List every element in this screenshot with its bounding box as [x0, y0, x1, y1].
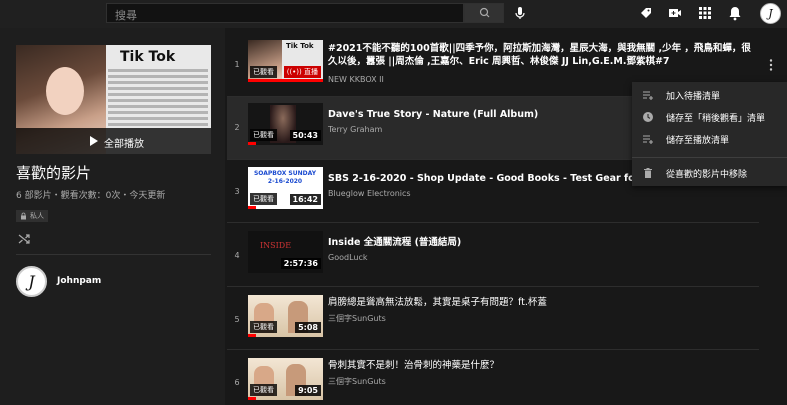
video-channel[interactable]: 三個字SunGuts	[328, 313, 386, 324]
row-divider	[227, 349, 759, 350]
playlist-stats: 6 部影片・觀看次數：0次・今天更新	[16, 191, 166, 201]
video-channel[interactable]: 三個字SunGuts	[328, 376, 386, 387]
row-divider	[227, 286, 759, 287]
thumb-text: INSIDE	[260, 241, 292, 250]
video-duration: 2:57:36	[280, 258, 321, 269]
menu-item-label: 從喜歡的影片中移除	[666, 169, 748, 180]
watched-badge: 已觀看	[250, 321, 277, 333]
video-index: 2	[234, 123, 240, 132]
thumb-text: SOAPBOX SUNDAY 2-16-2020	[253, 170, 317, 185]
row-divider	[227, 222, 759, 223]
menu-item-label: 儲存至播放清單	[666, 135, 730, 146]
playlist-title: 喜歡的影片	[16, 164, 92, 182]
menu-item-watch-later[interactable]: 儲存至「稍後觀看」清單	[632, 106, 787, 128]
apps-icon[interactable]	[697, 5, 713, 21]
video-title[interactable]: 骨刺其實不是刺！治骨刺的神藥是什麼？	[328, 359, 758, 372]
video-index: 6	[234, 378, 240, 387]
video-index: 1	[234, 60, 240, 69]
video-options-menu: 加入待播清單 儲存至「稍後觀看」清單 儲存至播放清單 從喜歡的影片中移除	[632, 82, 787, 186]
watched-badge: 已觀看	[250, 384, 277, 396]
tag-icon[interactable]	[638, 5, 654, 21]
menu-divider	[632, 157, 787, 158]
video-title[interactable]: #2021不能不聽的100首歌||四季予你，阿拉斯加海灣，星辰大海，與我無關 ,…	[328, 42, 758, 68]
video-thumbnail[interactable]: 已觀看 9:05	[248, 358, 323, 400]
live-icon: ((•))	[286, 68, 304, 76]
video-index: 4	[234, 251, 240, 260]
live-badge: ((•)) 直播	[283, 66, 321, 78]
playlist-video-row[interactable]: 6 已觀看 9:05 骨刺其實不是刺！治骨刺的神藥是什麼？ 三個字SunGuts	[227, 352, 759, 405]
playlist-video-row[interactable]: 4 INSIDE 2:57:36 Inside 全通關流程 (普通結局) Goo…	[227, 225, 759, 287]
video-thumbnail[interactable]: 已觀看 5:08	[248, 295, 323, 337]
privacy-label: 私人	[30, 212, 44, 220]
create-video-icon[interactable]	[667, 5, 683, 21]
menu-item-label: 儲存至「稍後觀看」清單	[666, 113, 766, 124]
playlist-add-icon	[643, 135, 653, 144]
clock-icon	[643, 112, 653, 122]
privacy-badge[interactable]: 私人	[16, 210, 48, 222]
video-index: 5	[234, 315, 240, 324]
watched-badge: 已觀看	[250, 129, 277, 141]
menu-item-save-to-playlist[interactable]: 儲存至播放清單	[632, 128, 787, 150]
video-index: 3	[234, 187, 240, 196]
video-title[interactable]: 肩膀總是聳高無法放鬆，其實是桌子有問題？ft.杯蓋	[328, 296, 758, 309]
video-thumbnail[interactable]: Tik Tok 已觀看 ((•)) 直播	[248, 40, 323, 82]
play-all-button[interactable]: 全部播放	[16, 128, 211, 154]
queue-icon	[643, 91, 653, 100]
playlist-thumbnail[interactable]: Tik Tok 全部播放	[16, 45, 211, 154]
video-title[interactable]: Inside 全通關流程 (普通結局)	[328, 236, 758, 249]
menu-item-label: 加入待播清單	[666, 91, 721, 102]
playlist-sidebar: Tik Tok 全部播放 喜歡的影片 6 部影片・觀看次數：0次・今天更新 私人…	[0, 28, 225, 405]
search-input[interactable]: 搜尋	[106, 3, 464, 23]
video-thumbnail[interactable]: SOAPBOX SUNDAY 2-16-2020 已觀看 16:42	[248, 167, 323, 209]
watched-badge: 已觀看	[250, 193, 277, 205]
watch-progress-bar	[248, 397, 256, 400]
video-channel[interactable]: Blueglow Electronics	[328, 189, 411, 198]
more-options-icon[interactable]	[766, 58, 776, 72]
video-channel[interactable]: GoodLuck	[328, 253, 367, 262]
play-all-label: 全部播放	[104, 139, 144, 150]
watch-progress-bar	[248, 142, 256, 145]
trash-icon	[644, 168, 652, 178]
search-icon	[479, 7, 490, 18]
watch-progress-bar	[248, 334, 256, 337]
bell-icon[interactable]	[727, 5, 743, 21]
video-duration: 5:08	[295, 322, 321, 333]
video-channel[interactable]: Terry Graham	[328, 125, 382, 134]
shuffle-icon[interactable]	[18, 233, 30, 245]
microphone-icon[interactable]	[512, 5, 528, 21]
divider	[16, 254, 211, 255]
owner-avatar[interactable]: J	[16, 266, 47, 297]
video-thumbnail[interactable]: INSIDE 2:57:36	[248, 231, 323, 273]
playlist-video-row[interactable]: 5 已觀看 5:08 肩膀總是聳高無法放鬆，其實是桌子有問題？ft.杯蓋 三個字…	[227, 289, 759, 351]
menu-item-add-to-queue[interactable]: 加入待播清單	[632, 84, 787, 106]
tiktok-logo: Tik Tok	[120, 49, 176, 65]
watched-badge: 已觀看	[250, 66, 277, 78]
video-duration: 9:05	[295, 385, 321, 396]
video-thumbnail[interactable]: 已觀看 50:43	[248, 103, 323, 145]
video-duration: 50:43	[289, 130, 321, 141]
menu-item-remove-from-liked[interactable]: 從喜歡的影片中移除	[632, 162, 787, 184]
play-icon	[90, 136, 98, 146]
song-list-graphic	[108, 69, 208, 129]
live-badge-label: 直播	[304, 68, 318, 76]
account-avatar[interactable]: J	[760, 3, 781, 24]
search-button[interactable]	[464, 3, 504, 23]
masthead: 搜尋 J	[0, 0, 787, 28]
lock-icon	[21, 212, 26, 220]
owner-name[interactable]: Johnpam	[57, 276, 101, 286]
thumb-logo: Tik Tok	[286, 42, 314, 50]
video-channel[interactable]: NEW KKBOX II	[328, 75, 384, 84]
watch-progress-bar	[248, 79, 323, 82]
watch-progress-bar	[248, 206, 256, 209]
video-duration: 16:42	[289, 194, 321, 205]
